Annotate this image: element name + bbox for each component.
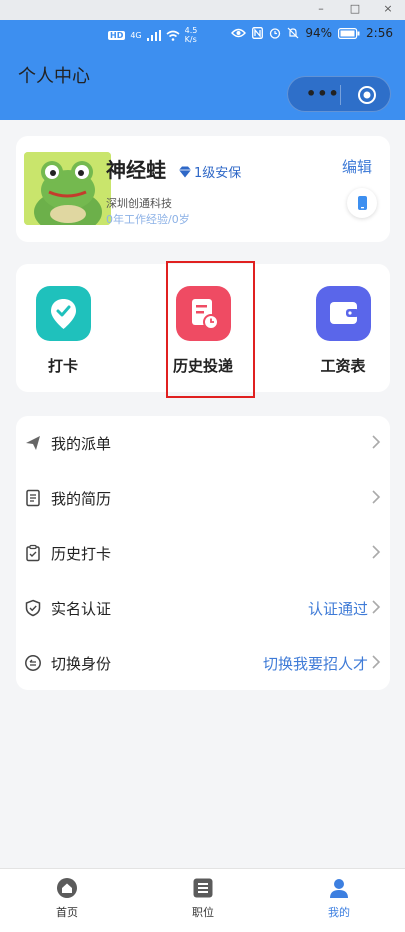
shield-check-icon [25, 599, 41, 617]
highlight-box [166, 261, 255, 398]
chevron-right-icon [372, 545, 381, 559]
person-icon [328, 877, 350, 899]
avatar[interactable] [24, 152, 111, 225]
menu-item-label: 我的简历 [51, 490, 112, 508]
menu-item-my-dispatch[interactable]: 我的派单 [16, 416, 390, 470]
switch-icon [25, 655, 41, 671]
frog-avatar-icon [24, 152, 111, 225]
net-speed: 4.5 [184, 26, 198, 35]
phone-button[interactable] [347, 188, 377, 218]
more-menu-icon[interactable]: ••• [306, 86, 340, 102]
close-program-icon[interactable] [357, 85, 377, 105]
alarm-icon [270, 28, 281, 39]
chevron-right-icon [372, 490, 381, 504]
wifi-icon [166, 30, 180, 41]
menu-item-switch-identity[interactable]: 切换身份 切换我要招人才 [16, 636, 390, 690]
chevron-right-icon [372, 655, 381, 669]
experience-text: 0年工作经验/0岁 [106, 213, 190, 226]
company-name: 深圳创通科技 [106, 197, 172, 210]
minimize-button[interactable]: – [306, 0, 336, 20]
mute-icon [287, 27, 299, 39]
shortcut-label: 打卡 [47, 357, 78, 375]
home-icon [56, 877, 78, 899]
menu-item-punch-history[interactable]: 历史打卡 [16, 526, 390, 580]
menu-item-verification[interactable]: 实名认证 认证通过 [16, 581, 390, 635]
level-badge: 1级安保 [178, 162, 241, 181]
signal-icon [146, 29, 161, 41]
chevron-right-icon [372, 435, 381, 449]
tab-mine[interactable]: 我的 [299, 877, 379, 920]
switch-identity-value: 切换我要招人才 [262, 655, 368, 673]
menu-item-label: 切换身份 [51, 655, 112, 673]
edit-button[interactable]: 编辑 [342, 156, 372, 177]
shortcut-payslip[interactable]: 工资表 [303, 286, 383, 376]
hd-badge: HD [108, 30, 126, 40]
net-speed-unit: K/s [184, 35, 197, 44]
maximize-button[interactable]: □ [340, 0, 370, 20]
resume-icon [26, 489, 40, 507]
shortcut-punch-in[interactable]: 打卡 [23, 286, 103, 376]
menu-item-label: 我的派单 [51, 435, 112, 453]
chevron-right-icon [372, 600, 381, 614]
nfc-icon [252, 27, 264, 39]
profile-card: 神经蛙 1级安保 深圳创通科技 0年工作经验/0岁 编辑 [16, 136, 390, 242]
menu-item-label: 实名认证 [51, 600, 112, 618]
clipboard-check-icon [26, 544, 40, 562]
page-title: 个人中心 [18, 66, 90, 87]
battery-icon [338, 27, 360, 39]
battery-percent: 94% [305, 26, 333, 40]
list-icon [192, 877, 214, 899]
eye-icon [231, 28, 247, 38]
bottom-tab-bar: 首页 职位 我的 [0, 868, 405, 932]
phone-icon [358, 196, 367, 210]
menu-item-my-resume[interactable]: 我的简历 [16, 471, 390, 525]
capsule-divider [340, 85, 341, 105]
tab-label: 我的 [328, 906, 350, 919]
user-name: 神经蛙 [106, 158, 166, 182]
wallet-icon [315, 286, 371, 341]
tab-label: 职位 [192, 906, 214, 919]
verification-status: 认证通过 [307, 600, 368, 618]
send-icon [26, 436, 40, 450]
clock-time: 2:56 [366, 26, 393, 40]
shortcut-label: 工资表 [320, 357, 366, 375]
location-check-icon [35, 286, 91, 341]
mini-program-capsule: ••• [287, 76, 391, 112]
close-button[interactable]: × [373, 0, 403, 20]
tab-home[interactable]: 首页 [27, 877, 107, 920]
level-label: 1级安保 [194, 166, 242, 181]
diamond-icon [179, 166, 191, 177]
menu-item-label: 历史打卡 [51, 545, 112, 563]
tab-jobs[interactable]: 职位 [163, 877, 243, 920]
status-bar: HD 4G 4.5 K/s 94% 2:56 [0, 20, 405, 50]
network-type: 4G [130, 30, 142, 40]
window-titlebar: – □ × [0, 0, 405, 20]
tab-label: 首页 [56, 906, 78, 919]
menu-list: 我的派单 我的简历 历史打卡 实名认证 认证通过 切换身份 切换我要招人才 [16, 416, 390, 690]
